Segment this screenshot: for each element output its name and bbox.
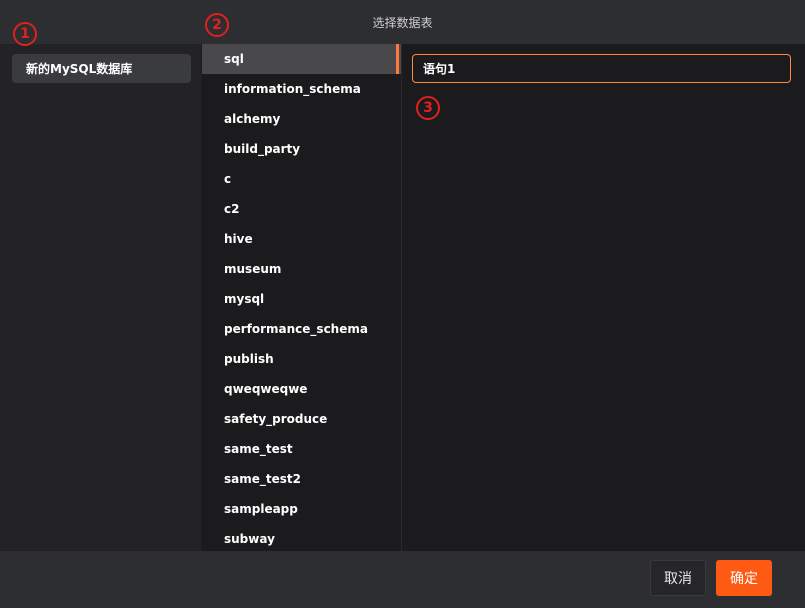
schema-scrollbar-thumb[interactable] [396, 44, 399, 74]
schema-item-safety-produce[interactable]: safety_produce [202, 404, 401, 434]
dialog-footer: 取消 确定 [0, 551, 805, 608]
select-table-dialog: 选择数据表 新的MySQL数据库 sql information_schema al… [0, 0, 805, 608]
schema-item-build-party[interactable]: build_party [202, 134, 401, 164]
schema-list: sql information_schema alchemy build_party c… [202, 44, 401, 551]
schema-item-information-schema[interactable]: information_schema [202, 74, 401, 104]
table-item-label: 语句1 [423, 62, 456, 76]
schema-item-same-test[interactable]: same_test [202, 434, 401, 464]
dialog-title-bar: 选择数据表 [0, 0, 805, 44]
schema-item-sampleapp[interactable]: sampleapp [202, 494, 401, 524]
schema-item-qweqweqwe[interactable]: qweqweqwe [202, 374, 401, 404]
confirm-button[interactable]: 确定 [716, 560, 772, 596]
schema-item-mysql[interactable]: mysql [202, 284, 401, 314]
schema-item-alchemy[interactable]: alchemy [202, 104, 401, 134]
table-column: 语句1 [402, 44, 805, 551]
schema-item-subway[interactable]: subway [202, 524, 401, 551]
schema-column[interactable]: sql information_schema alchemy build_party c… [202, 44, 402, 551]
annotation-marker-2: 2 [205, 13, 229, 37]
cancel-button[interactable]: 取消 [650, 560, 706, 596]
schema-item-same-test2[interactable]: same_test2 [202, 464, 401, 494]
schema-item-sql[interactable]: sql [202, 44, 401, 74]
table-item[interactable]: 语句1 [412, 54, 791, 83]
annotation-marker-1: 1 [13, 22, 37, 46]
annotation-marker-3: 3 [416, 96, 440, 120]
schema-item-museum[interactable]: museum [202, 254, 401, 284]
database-item-label: 新的MySQL数据库 [26, 62, 133, 76]
database-item[interactable]: 新的MySQL数据库 [12, 54, 191, 83]
schema-item-c[interactable]: c [202, 164, 401, 194]
dialog-title: 选择数据表 [372, 15, 433, 30]
schema-item-c2[interactable]: c2 [202, 194, 401, 224]
schema-item-performance-schema[interactable]: performance_schema [202, 314, 401, 344]
database-column: 新的MySQL数据库 [0, 44, 202, 551]
schema-item-publish[interactable]: publish [202, 344, 401, 374]
schema-item-hive[interactable]: hive [202, 224, 401, 254]
